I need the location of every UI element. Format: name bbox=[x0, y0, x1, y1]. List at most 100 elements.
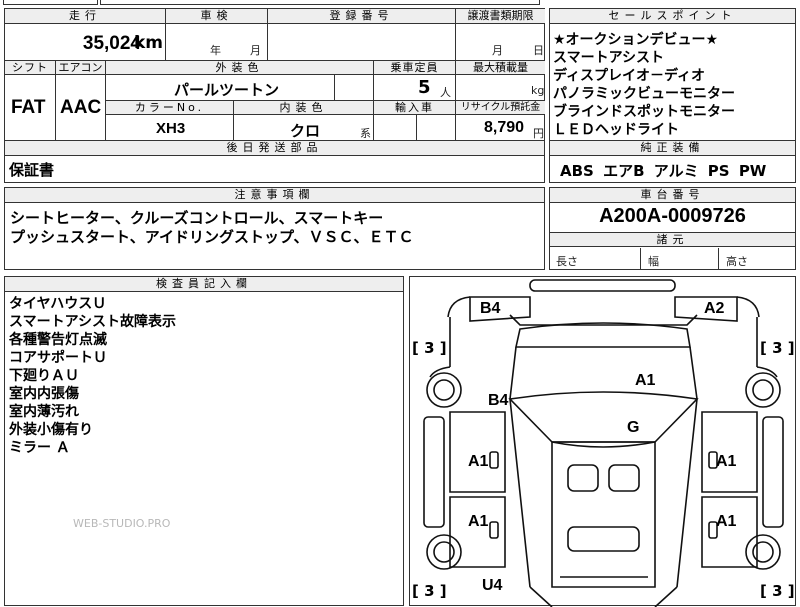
transfer-day: 日 bbox=[533, 44, 544, 57]
damage-diagram: [ 3 ] [ 3 ] [ 3 ] [ 3 ] B4 A2 A1 B4 G A1… bbox=[409, 276, 796, 607]
recycle-fee-header: リサイクル預託金 bbox=[455, 100, 545, 115]
notes-section: 注意事項欄 シートヒーター、クルーズコントロール、スマートキー プッシュスタート… bbox=[4, 187, 545, 270]
selling-point-item: ブラインドスポットモニター bbox=[553, 104, 735, 120]
color-no-header: カラーNo. bbox=[105, 100, 233, 115]
damage-code-front-left: B4 bbox=[480, 300, 501, 317]
notes-header: 注意事項欄 bbox=[5, 188, 544, 203]
import-header: 輸入車 bbox=[373, 100, 455, 115]
inspector-note: スマートアシスト故障表示 bbox=[9, 314, 177, 330]
width-label: 幅 bbox=[648, 255, 659, 268]
inspector-note: 外装小傷有り bbox=[9, 422, 93, 438]
inspection-header: 車検 bbox=[165, 9, 267, 24]
inspector-note: 室内内張傷 bbox=[9, 386, 79, 402]
note-line: プッシュスタート、アイドリングストップ、ＶＳＣ、ＥＴＣ bbox=[10, 228, 414, 246]
damage-code-left-fender: B4 bbox=[488, 392, 509, 409]
damage-code-right-front-door: A1 bbox=[716, 453, 737, 470]
dimensions-row: 長さ 幅 高さ bbox=[550, 248, 795, 270]
later-parts-header: 後日発送部品 bbox=[5, 141, 544, 156]
mileage-cell: 35,024 km bbox=[5, 24, 165, 60]
tire-bracket-rear-right: [ 3 ] bbox=[760, 582, 795, 600]
exterior-color-header: 外装色 bbox=[105, 60, 373, 75]
car-outline-svg bbox=[423, 279, 784, 607]
tire-bracket-rear-left: [ 3 ] bbox=[412, 582, 447, 600]
damage-code-left-rear-door: A1 bbox=[468, 513, 489, 530]
damage-code-right-rear-door: A1 bbox=[716, 513, 737, 530]
recycle-fee-unit: 円 bbox=[533, 127, 544, 140]
interior-color-cell: クロ 系 bbox=[233, 115, 373, 141]
inspector-note: コアサポートＵ bbox=[9, 350, 107, 366]
registration-header: 登録番号 bbox=[267, 9, 455, 24]
damage-code-front-right: A2 bbox=[704, 300, 725, 317]
chassis-section: 車台番号 A200A-0009726 諸元 長さ 幅 高さ bbox=[549, 187, 796, 270]
later-parts-value: 保証書 bbox=[9, 161, 55, 179]
selling-points-section: セールスポイント ★オークションデビュー★ スマートアシスト ディスプレイオ－デ… bbox=[549, 8, 796, 141]
shift-cell: FAT bbox=[5, 75, 55, 141]
chassis-number-value: A200A-0009726 bbox=[599, 205, 746, 227]
aircon-header: エアコン bbox=[55, 60, 105, 75]
import-cell bbox=[373, 115, 455, 141]
selling-point-item: スマートアシスト bbox=[553, 50, 665, 66]
length-label: 長さ bbox=[556, 255, 578, 268]
max-load-unit: kg bbox=[531, 84, 545, 97]
transfer-deadline-header: 譲渡書類期限 bbox=[455, 9, 545, 24]
seating-unit: 人 bbox=[440, 86, 451, 99]
vehicle-info-table: 走行 車検 登録番号 譲渡書類期限 35,024 km 年 月 月 日 シフト … bbox=[4, 8, 545, 141]
color-no-value: XH3 bbox=[156, 120, 186, 137]
tire-bracket-front-right: [ 3 ] bbox=[760, 339, 795, 357]
mileage-header: 走行 bbox=[5, 9, 165, 24]
notes-list: シートヒーター、クルーズコントロール、スマートキー プッシュスタート、アイドリン… bbox=[10, 209, 414, 247]
chassis-header: 車台番号 bbox=[550, 188, 795, 203]
aircon-cell: AAC bbox=[55, 75, 105, 141]
damage-code-windshield: G bbox=[627, 419, 640, 436]
interior-color-header: 内装色 bbox=[233, 100, 373, 115]
shift-header: シフト bbox=[5, 60, 55, 75]
selling-point-item: ディスプレイオ－ディオ bbox=[553, 68, 706, 84]
seating-header: 乗車定員 bbox=[373, 60, 455, 75]
seating-cell: 5 人 bbox=[373, 75, 455, 100]
inspection-year: 年 bbox=[210, 44, 221, 57]
shift-value: FAT bbox=[11, 97, 46, 118]
selling-point-item: パノラミックビューモニター bbox=[553, 86, 735, 102]
max-load-header: 最大積載量 bbox=[455, 60, 545, 75]
inspector-note: 室内薄汚れ bbox=[9, 404, 79, 420]
aircon-value: AAC bbox=[60, 97, 102, 118]
selling-points-header: セールスポイント bbox=[550, 9, 795, 24]
damage-code-rear-left: U4 bbox=[482, 577, 503, 594]
selling-point-item: ＬＥＤヘッドライト bbox=[553, 122, 679, 138]
genuine-equipment-header: 純正装備 bbox=[550, 141, 795, 156]
inspector-note: 各種警告灯点滅 bbox=[9, 332, 107, 348]
inspection-cell: 年 月 bbox=[165, 24, 267, 60]
height-label: 高さ bbox=[726, 255, 748, 268]
max-load-cell: kg bbox=[455, 75, 545, 100]
inspector-note: ミラー Ａ bbox=[9, 440, 70, 456]
inspector-note: タイヤハウスＵ bbox=[9, 296, 107, 312]
genuine-equipment-section: 純正装備 ABS エアB アルミ PS PW bbox=[549, 141, 796, 183]
note-line: シートヒーター、クルーズコントロール、スマートキー bbox=[10, 209, 384, 227]
color-no-cell: XH3 bbox=[105, 115, 233, 141]
recycle-fee-value: 8,790 bbox=[484, 119, 525, 136]
dimensions-header: 諸元 bbox=[550, 232, 795, 247]
watermark: WEB-STUDIO.PRO bbox=[73, 517, 171, 530]
inspector-note: 下廻りＡＵ bbox=[9, 368, 79, 384]
genuine-equipment-value: ABS エアB アルミ PS PW bbox=[560, 162, 767, 180]
damage-code-left-front-door: A1 bbox=[468, 453, 489, 470]
later-parts-section: 後日発送部品 保証書 bbox=[4, 141, 545, 183]
seating-value: 5 bbox=[418, 77, 431, 98]
mileage-unit: km bbox=[133, 33, 163, 53]
damage-code-hood: A1 bbox=[635, 372, 656, 389]
transfer-month: 月 bbox=[492, 44, 503, 57]
interior-color-value: クロ bbox=[290, 122, 321, 140]
exterior-color-cell: パールツートン bbox=[105, 75, 373, 100]
transfer-deadline-cell: 月 日 bbox=[455, 24, 545, 60]
mileage-value: 35,024 bbox=[82, 33, 141, 54]
interior-color-suffix: 系 bbox=[360, 127, 371, 140]
tire-bracket-front-left: [ 3 ] bbox=[412, 339, 447, 357]
exterior-color-value: パールツートン bbox=[174, 81, 280, 99]
recycle-fee-cell: 8,790 円 bbox=[455, 115, 545, 141]
selling-points-list: ★オークションデビュー★ スマートアシスト ディスプレイオ－ディオ パノラミック… bbox=[553, 31, 735, 139]
registration-cell bbox=[267, 24, 455, 60]
top-cutoff-strip bbox=[0, 0, 800, 6]
inspector-notes-list: タイヤハウスＵ スマートアシスト故障表示 各種警告灯点滅 コアサポートＵ 下廻り… bbox=[9, 295, 176, 457]
selling-point-item: ★オークションデビュー★ bbox=[553, 32, 719, 48]
inspector-header: 検査員記入欄 bbox=[5, 277, 403, 292]
